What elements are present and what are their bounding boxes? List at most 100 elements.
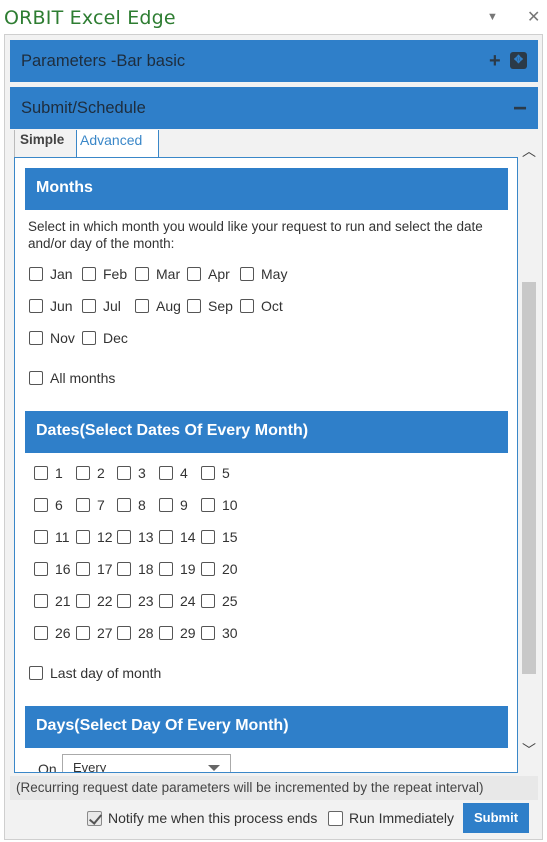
- checkbox-box[interactable]: [117, 498, 131, 512]
- checkbox-box[interactable]: [76, 594, 90, 608]
- accordion-submit-schedule[interactable]: Submit/Schedule −: [10, 87, 538, 129]
- on-label: On: [38, 761, 57, 773]
- date-label: 27: [97, 625, 113, 641]
- checkbox-box[interactable]: [29, 666, 43, 680]
- checkbox-box[interactable]: [117, 530, 131, 544]
- checkbox-box[interactable]: [117, 626, 131, 640]
- date-label: 4: [180, 465, 188, 481]
- checkbox-box[interactable]: [29, 267, 43, 281]
- date-label: 9: [180, 497, 188, 513]
- checkbox-box[interactable]: [34, 594, 48, 608]
- day-frequency-select[interactable]: Every: [62, 754, 231, 772]
- checkbox-box[interactable]: [135, 299, 149, 313]
- date-label: 18: [138, 561, 154, 577]
- scroll-thumb[interactable]: [522, 282, 536, 674]
- checkbox-box[interactable]: [76, 626, 90, 640]
- date-label: 28: [138, 625, 154, 641]
- minus-icon[interactable]: −: [513, 95, 527, 123]
- checkbox-box[interactable]: [76, 466, 90, 480]
- checkbox-box[interactable]: [201, 562, 215, 576]
- checkbox-box[interactable]: [117, 562, 131, 576]
- chevron-down-icon[interactable]: ﹀: [522, 740, 536, 760]
- checkbox-box[interactable]: [240, 299, 254, 313]
- checkbox-box[interactable]: [159, 626, 173, 640]
- month-label: Jul: [103, 298, 121, 314]
- title-bar: ORBIT Excel Edge ▼ ✕: [0, 0, 547, 34]
- date-label: 1: [55, 465, 63, 481]
- last-day-label: Last day of month: [50, 665, 162, 681]
- submit-button[interactable]: Submit: [463, 803, 529, 833]
- accordion-parameters[interactable]: Parameters -Bar basic + ✥: [10, 40, 538, 82]
- date-label: 6: [55, 497, 63, 513]
- checkbox-box[interactable]: [82, 331, 96, 345]
- recurring-note: (Recurring request date parameters will …: [10, 776, 538, 800]
- tab-simple[interactable]: Simple: [14, 130, 71, 158]
- checkbox-box[interactable]: [76, 498, 90, 512]
- checkbox-box[interactable]: [201, 466, 215, 480]
- days-header: Days(Select Day Of Every Month): [25, 706, 508, 748]
- month-label: Sep: [208, 298, 233, 314]
- date-label: 2: [97, 465, 105, 481]
- date-label: 17: [97, 561, 113, 577]
- checkbox-box[interactable]: [201, 498, 215, 512]
- checkbox-box[interactable]: [34, 562, 48, 576]
- date-label: 5: [222, 465, 230, 481]
- date-label: 8: [138, 497, 146, 513]
- accordion-parameters-label: Parameters -Bar basic: [21, 52, 186, 70]
- month-label: Oct: [261, 298, 283, 314]
- checkbox-box[interactable]: [76, 562, 90, 576]
- chevron-up-icon[interactable]: ︿: [522, 141, 536, 161]
- month-label: Apr: [208, 266, 230, 282]
- date-label: 11: [55, 529, 70, 545]
- checkbox-box[interactable]: [29, 371, 43, 385]
- date-label: 24: [180, 593, 196, 609]
- checkbox-box[interactable]: [201, 530, 215, 544]
- date-label: 7: [97, 497, 105, 513]
- checkbox-box[interactable]: [201, 594, 215, 608]
- vertical-scrollbar[interactable]: ︿ ﹀: [519, 140, 538, 760]
- app-title: ORBIT Excel Edge: [4, 7, 176, 29]
- checkbox-box[interactable]: [187, 267, 201, 281]
- date-label: 25: [222, 593, 238, 609]
- month-label: Dec: [103, 330, 128, 346]
- checkbox-box[interactable]: [159, 562, 173, 576]
- checkbox-box[interactable]: [34, 626, 48, 640]
- checkbox-box[interactable]: [328, 811, 343, 826]
- checkbox-box[interactable]: [29, 331, 43, 345]
- checkbox-box[interactable]: [135, 267, 149, 281]
- checkbox-box[interactable]: [34, 530, 48, 544]
- date-label: 26: [55, 625, 71, 641]
- date-label: 21: [55, 593, 71, 609]
- tab-advanced[interactable]: Advanced: [76, 130, 159, 158]
- date-label: 3: [138, 465, 146, 481]
- month-label: Jan: [50, 266, 73, 282]
- close-icon[interactable]: ✕: [527, 7, 540, 27]
- expand-icon[interactable]: ✥: [510, 52, 527, 69]
- date-label: 19: [180, 561, 196, 577]
- footer: Notify me when this process ends Run Imm…: [0, 800, 547, 840]
- date-label: 20: [222, 561, 238, 577]
- checkbox-box[interactable]: [34, 498, 48, 512]
- checkbox-box[interactable]: [76, 530, 90, 544]
- month-label: May: [261, 266, 288, 282]
- checkbox-box[interactable]: [82, 299, 96, 313]
- checkbox-box[interactable]: [87, 811, 102, 826]
- run-immediately-label: Run Immediately: [349, 810, 455, 826]
- checkbox-box[interactable]: [29, 299, 43, 313]
- panel-menu-icon[interactable]: ▼: [487, 11, 498, 23]
- checkbox-box[interactable]: [159, 530, 173, 544]
- checkbox-box[interactable]: [187, 299, 201, 313]
- checkbox-box[interactable]: [159, 594, 173, 608]
- month-label: Jun: [50, 298, 73, 314]
- checkbox-box[interactable]: [159, 466, 173, 480]
- checkbox-box[interactable]: [117, 594, 131, 608]
- checkbox-box[interactable]: [240, 267, 254, 281]
- checkbox-box[interactable]: [82, 267, 96, 281]
- plus-icon[interactable]: +: [489, 50, 501, 73]
- checkbox-box[interactable]: [117, 466, 131, 480]
- date-label: 10: [222, 497, 238, 513]
- all-months-label: All months: [50, 370, 116, 386]
- checkbox-box[interactable]: [34, 466, 48, 480]
- checkbox-box[interactable]: [201, 626, 215, 640]
- checkbox-box[interactable]: [159, 498, 173, 512]
